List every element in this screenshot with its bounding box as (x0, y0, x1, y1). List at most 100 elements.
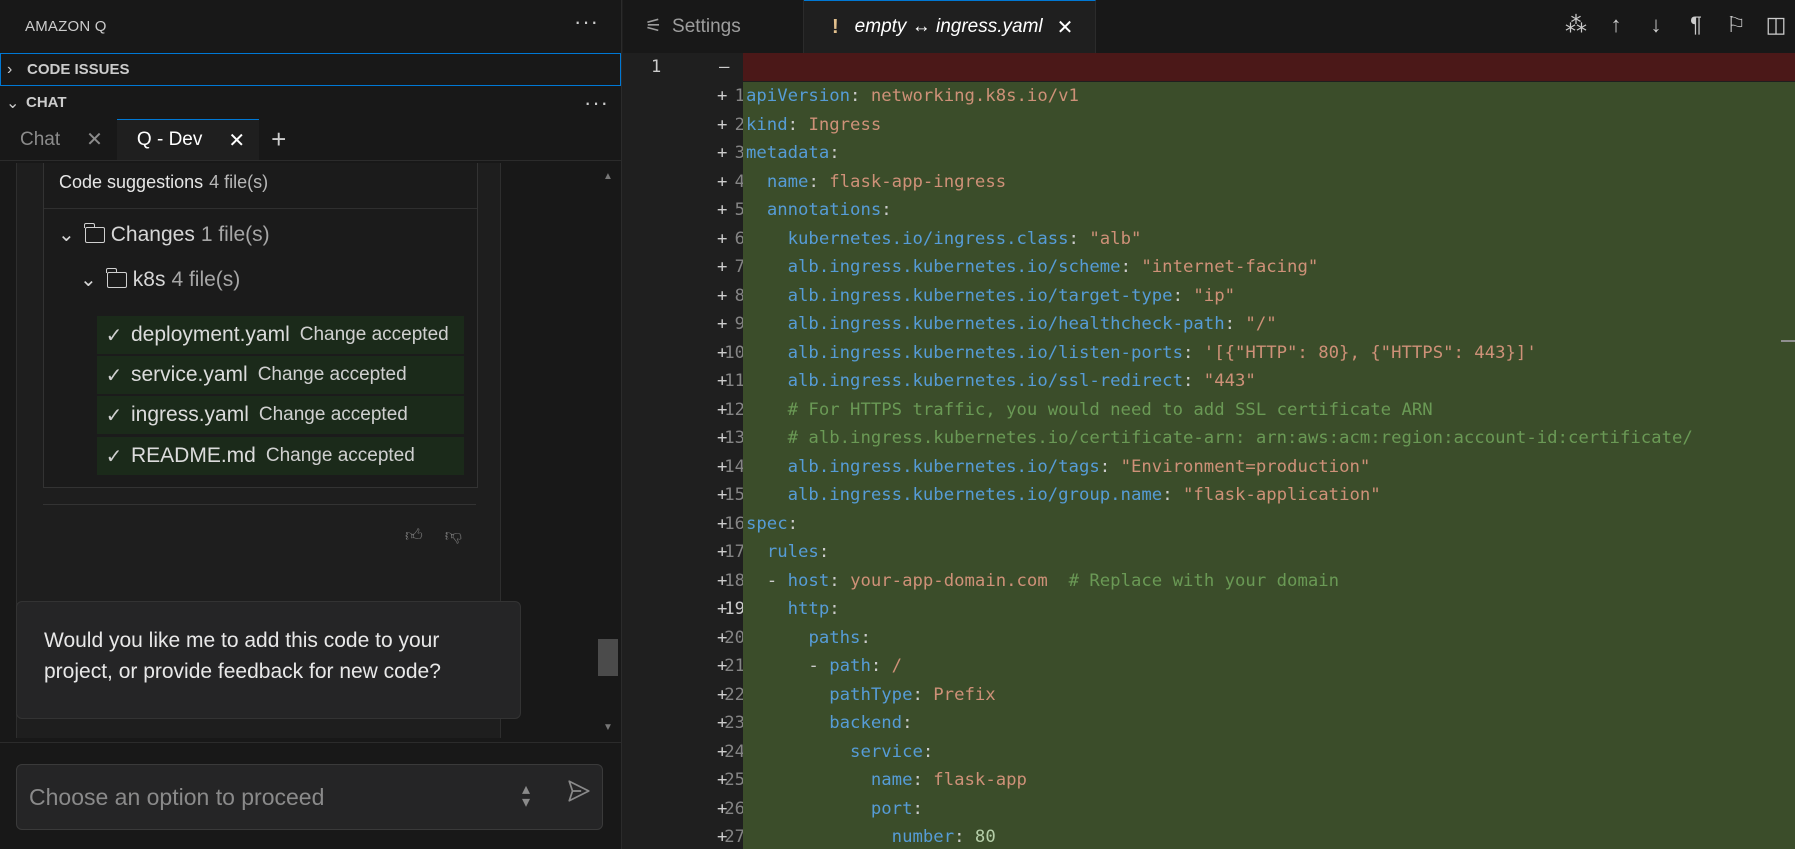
line-text: name: flask-app (743, 766, 1795, 795)
check-icon: ✓ (105, 404, 123, 427)
line-number: 18 (724, 570, 745, 591)
line-number: 26 (724, 798, 745, 819)
chat-scrollbar[interactable]: ▲ ▼ (598, 163, 620, 736)
panel-title: AMAZON Q (25, 18, 107, 35)
tab-ingress-diff[interactable]: ! empty ↔ ingress.yaml ✕ (804, 0, 1097, 53)
send-icon[interactable] (566, 778, 592, 807)
line-number: 10 (724, 342, 745, 363)
line-number: 17 (724, 542, 745, 562)
file-status: Change accepted (258, 404, 408, 425)
added-line-icon: + (717, 627, 728, 648)
code-line: 21 + - path: / (623, 652, 1795, 681)
code-line: 3 + metadata: (623, 139, 1795, 168)
line-number: 15 (724, 485, 745, 505)
panel-header: AMAZON Q ··· (0, 0, 621, 53)
line-text: port: (743, 794, 1795, 823)
code-line: 27 + number: 80 (623, 823, 1795, 849)
line-number: 8 (734, 285, 745, 306)
tree-changes-row[interactable]: ⌄ Changes 1 file(s) (58, 222, 270, 247)
added-line-icon: + (717, 798, 728, 819)
close-icon[interactable]: ✕ (86, 127, 103, 152)
code-area[interactable]: — 1 1 + apiVersion: networking.k8s.io/v1 2… (623, 53, 1795, 849)
line-text: - host: your-app-domain.com # Replace wi… (743, 566, 1795, 595)
code-line: 11 + alb.ingress.kubernetes.io/ssl-redire… (623, 367, 1795, 396)
thumbs-down-icon[interactable]: 👎︎ (445, 525, 462, 546)
deleted-line (743, 53, 1795, 81)
line-text: annotations: (743, 196, 1795, 225)
map-icon[interactable]: ⚐ (1725, 12, 1747, 38)
added-line-icon: + (717, 741, 728, 762)
diff-settings-icon[interactable]: ⁂ (1565, 12, 1587, 38)
line-text: alb.ingress.kubernetes.io/tags: "Environ… (743, 452, 1795, 481)
line-text: pathType: Prefix (743, 680, 1795, 709)
add-tab-icon[interactable]: + (259, 119, 298, 160)
assistant-question: Would you like me to add this code to yo… (16, 601, 521, 719)
line-text: alb.ingress.kubernetes.io/scheme: "inter… (743, 253, 1795, 282)
file-name: ingress.yaml (131, 403, 249, 426)
code-line: 12 + # For HTTPS traffic, you would need … (623, 395, 1795, 424)
code-line: 20 + paths: (623, 623, 1795, 652)
line-number: 3 (734, 143, 745, 163)
file-row[interactable]: ✓ ingress.yaml Change accepted (97, 396, 464, 434)
code-line: 25 + name: flask-app (623, 766, 1795, 795)
added-line-icon: + (717, 285, 728, 306)
line-text: apiVersion: networking.k8s.io/v1 (743, 82, 1795, 111)
line-text: # alb.ingress.kubernetes.io/certificate-… (743, 424, 1795, 453)
code-line: 18 + - host: your-app-domain.com # Replac… (623, 566, 1795, 595)
line-number: 16 (724, 513, 745, 534)
file-row[interactable]: ✓ README.md Change accepted (97, 437, 464, 475)
scroll-up-icon[interactable]: ▲ (603, 171, 613, 182)
line-number: 21 (724, 656, 745, 676)
tab-settings[interactable]: ⚟ Settings (623, 0, 804, 53)
more-actions-icon[interactable]: ··· (574, 11, 599, 33)
chat-section-header[interactable]: ⌄ CHAT ··· (0, 86, 621, 119)
tab-chat[interactable]: Chat ✕ (0, 119, 117, 160)
split-editor-icon[interactable]: ◫ (1765, 12, 1787, 38)
thumbs-up-icon[interactable]: 👍︎ (405, 525, 423, 546)
code-line: 26 + port: (623, 794, 1795, 823)
line-text: alb.ingress.kubernetes.io/group.name: "f… (743, 481, 1795, 510)
close-icon[interactable]: ✕ (228, 128, 245, 153)
prompt-box: ▴▾ (16, 764, 603, 830)
sort-icon[interactable]: ▴ ▾ (522, 782, 530, 811)
line-number: 9 (734, 314, 745, 334)
code-line: 10 + alb.ingress.kubernetes.io/listen-por… (623, 338, 1795, 367)
changes-count: 1 file(s) (200, 222, 270, 246)
line-text: alb.ingress.kubernetes.io/healthcheck-pa… (743, 310, 1795, 339)
line-text: alb.ingress.kubernetes.io/listen-ports: … (743, 338, 1795, 367)
added-line-icon: + (717, 171, 728, 192)
line-text: number: 80 (743, 823, 1795, 849)
chat-label: CHAT (26, 94, 67, 111)
check-icon: ✓ (105, 445, 123, 468)
prompt-input[interactable] (29, 779, 499, 815)
arrow-down-icon[interactable]: ↓ (1645, 12, 1667, 38)
divider (43, 504, 476, 505)
chat-more-icon[interactable]: ··· (584, 90, 609, 116)
line-number: 11 (724, 371, 745, 391)
settings-sliders-icon: ⚟ (645, 16, 663, 37)
close-icon[interactable]: ✕ (1057, 15, 1074, 40)
arrow-up-icon[interactable]: ↑ (1605, 12, 1627, 38)
code-issues-section-header[interactable]: › CODE ISSUES (0, 53, 621, 86)
pilcrow-icon[interactable]: ¶ (1685, 12, 1707, 38)
folder-label: k8s (132, 267, 166, 291)
file-status: Change accepted (257, 364, 407, 385)
tab-q-dev-label: Q - Dev (136, 129, 203, 150)
scroll-down-icon[interactable]: ▼ (603, 722, 613, 733)
scrollbar-thumb[interactable] (598, 639, 618, 676)
file-row[interactable]: ✓ service.yaml Change accepted (97, 356, 464, 394)
chevron-right-icon: › (7, 60, 13, 78)
code-suggestions-header: Code suggestions 4 file(s) (44, 163, 477, 209)
feedback-buttons: 👍︎ 👎︎ (405, 525, 462, 546)
added-line-icon: + (717, 143, 728, 163)
diff-editor: ⚟ Settings ! empty ↔ ingress.yaml ✕ ⁂ ↑ … (623, 0, 1795, 849)
line-number: 24 (724, 741, 745, 762)
folder-icon (106, 267, 127, 288)
code-line-current: 19 + http: (623, 595, 1795, 624)
line-number: 7 (734, 257, 745, 277)
added-line-icon: + (717, 570, 728, 591)
tab-q-dev[interactable]: Q - Dev ✕ (116, 119, 260, 160)
tree-folder-k8s[interactable]: ⌄ k8s 4 file(s) (80, 267, 240, 292)
added-line-icon: + (717, 599, 728, 619)
file-row[interactable]: ✓ deployment.yaml Change accepted (97, 316, 464, 354)
